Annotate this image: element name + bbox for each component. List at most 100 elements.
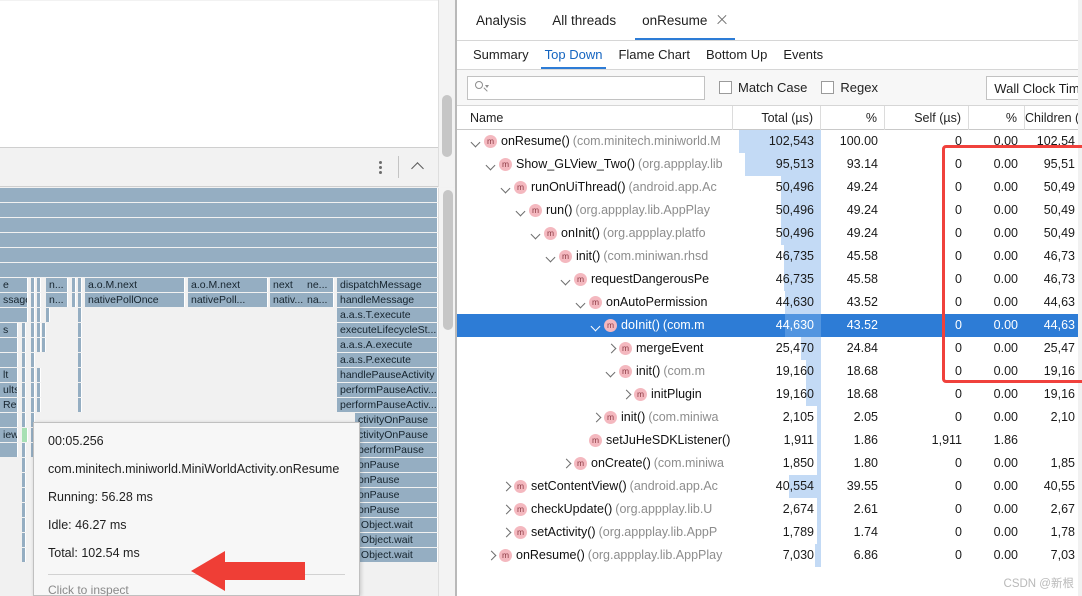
chevron-down-icon[interactable]	[499, 176, 514, 199]
tab-all-threads[interactable]: All threads	[539, 0, 629, 40]
column-header-selfpct[interactable]: %	[969, 105, 1025, 130]
flame-box[interactable]	[0, 248, 438, 262]
flame-box[interactable]	[22, 368, 26, 382]
flame-box[interactable]	[72, 278, 76, 292]
flame-box[interactable]: Re...	[0, 398, 18, 412]
flame-box[interactable]	[0, 218, 438, 232]
flame-box[interactable]: handlePauseActivity	[337, 368, 438, 382]
flame-box[interactable]: onPause	[355, 473, 438, 487]
chevron-down-icon[interactable]	[574, 291, 589, 314]
flame-box[interactable]: ctivityOnPause	[355, 428, 438, 442]
column-header-pct[interactable]: %	[821, 105, 885, 130]
flame-box[interactable]	[42, 338, 46, 352]
flame-box[interactable]: .Object.wait	[355, 518, 438, 532]
table-row[interactable]: m init() (com.miniwa 2,105 2.05 0 0.00 2,10	[457, 406, 1082, 429]
flame-box[interactable]: ne...	[304, 278, 334, 292]
table-row[interactable]: m init() (com.miniwan.rhsd 46,735 45.58 0 0.00…	[457, 245, 1082, 268]
flame-box[interactable]	[31, 308, 35, 322]
flame-box[interactable]: nativePoll...	[188, 293, 268, 307]
flame-box[interactable]	[46, 308, 50, 322]
flame-box[interactable]	[22, 428, 28, 442]
chevron-down-icon[interactable]	[529, 222, 544, 245]
flame-box[interactable]	[0, 233, 438, 247]
chevron-right-icon[interactable]	[499, 475, 514, 498]
chevron-down-icon[interactable]	[589, 314, 604, 337]
flame-box[interactable]	[31, 293, 35, 307]
flame-box[interactable]: ults	[0, 383, 18, 397]
flame-box[interactable]	[78, 278, 82, 292]
flame-box[interactable]: executeLifecycleSt...	[337, 323, 438, 337]
column-header-total[interactable]: Total (µs)	[733, 105, 821, 130]
flame-box[interactable]: e	[0, 278, 28, 292]
chevron-down-icon[interactable]	[544, 245, 559, 268]
flame-box[interactable]: a.o.M.next	[188, 278, 268, 292]
timeline-scrollbar[interactable]	[438, 0, 454, 187]
flame-box[interactable]	[42, 323, 46, 337]
chevron-up-icon[interactable]	[404, 154, 430, 180]
search-input[interactable]	[493, 79, 698, 96]
flame-box[interactable]: performPause	[355, 443, 438, 457]
table-row[interactable]: m onResume() (org.appplay.lib.AppPlay 7,030…	[457, 544, 1082, 567]
flame-box[interactable]: handleMessage	[337, 293, 438, 307]
flame-box[interactable]: .Object.wait	[355, 533, 438, 547]
chevron-right-icon[interactable]	[619, 383, 634, 406]
flame-box[interactable]: dispatchMessage	[337, 278, 438, 292]
flame-box[interactable]	[31, 353, 35, 367]
flame-box[interactable]	[37, 323, 41, 337]
flame-box[interactable]	[31, 383, 35, 397]
chevron-right-icon[interactable]	[484, 544, 499, 567]
flame-box[interactable]	[31, 338, 35, 352]
flame-box[interactable]	[37, 383, 41, 397]
call-tree-table[interactable]: m onResume() (com.minitech.miniworld.M 102,…	[457, 130, 1082, 596]
flame-box[interactable]	[37, 308, 41, 322]
table-row[interactable]: m setContentView() (android.app.Ac 40,554 39…	[457, 475, 1082, 498]
flame-box[interactable]	[22, 353, 26, 367]
flame-box[interactable]	[22, 443, 26, 457]
flame-box[interactable]: iew	[0, 428, 18, 442]
subtab-events[interactable]: Events	[775, 41, 831, 69]
tab-onresume[interactable]: onResume	[629, 0, 741, 40]
flame-box[interactable]	[78, 383, 82, 397]
flame-box[interactable]	[0, 308, 28, 322]
flame-box[interactable]	[31, 368, 35, 382]
flame-box[interactable]	[22, 413, 26, 427]
table-row[interactable]: m initPlugin 19,160 18.68 0 0.00 19,16	[457, 383, 1082, 406]
flame-box[interactable]	[78, 308, 82, 322]
column-header-self[interactable]: Self (µs)	[885, 105, 969, 130]
flame-box[interactable]	[78, 293, 82, 307]
chevron-right-icon[interactable]	[499, 521, 514, 544]
chevron-down-icon[interactable]	[514, 199, 529, 222]
flame-box[interactable]	[78, 398, 82, 412]
flame-box[interactable]	[22, 548, 26, 562]
chevron-down-icon[interactable]	[484, 153, 499, 176]
table-row[interactable]: m mergeEvent 25,470 24.84 0 0.00 25,47	[457, 337, 1082, 360]
scrollbar-thumb[interactable]	[443, 190, 453, 330]
subtab-top-down[interactable]: Top Down	[537, 41, 611, 69]
table-row[interactable]: msetJuHeSDKListener()(o1,9111.861,9111.8…	[457, 429, 1082, 452]
flame-box[interactable]	[78, 323, 82, 337]
flame-box[interactable]	[31, 323, 35, 337]
flame-box[interactable]	[31, 398, 35, 412]
column-header-children[interactable]: Children (µ	[1025, 105, 1082, 130]
flame-box[interactable]	[0, 353, 18, 367]
table-row[interactable]: m doInit() (com.m 44,630 43.52 0 0.00 44,63	[457, 314, 1082, 337]
chevron-down-icon[interactable]	[559, 268, 574, 291]
flame-box[interactable]: onPause	[355, 503, 438, 517]
flame-box[interactable]	[22, 488, 26, 502]
flame-box[interactable]	[78, 338, 82, 352]
table-row[interactable]: m init() (com.m 19,160 18.68 0 0.00 19,16	[457, 360, 1082, 383]
flame-box[interactable]	[78, 353, 82, 367]
search-box[interactable]	[467, 75, 705, 100]
flame-box[interactable]: onPause	[355, 458, 438, 472]
flame-box[interactable]: lt	[0, 368, 18, 382]
flame-box[interactable]	[31, 278, 35, 292]
flame-box[interactable]	[37, 368, 41, 382]
scrollbar-thumb[interactable]	[442, 95, 452, 157]
table-row[interactable]: m onInit() (org.appplay.platfo 50,496 49.24 0…	[457, 222, 1082, 245]
flame-box[interactable]: na...	[304, 293, 334, 307]
table-row[interactable]: m onResume() (com.minitech.miniworld.M 102,…	[457, 130, 1082, 153]
flame-box[interactable]: s	[0, 323, 18, 337]
flame-box[interactable]	[22, 398, 26, 412]
table-row[interactable]: m setActivity() (org.appplay.lib.AppP 1,789…	[457, 521, 1082, 544]
flame-box[interactable]: nativePollOnce	[85, 293, 185, 307]
